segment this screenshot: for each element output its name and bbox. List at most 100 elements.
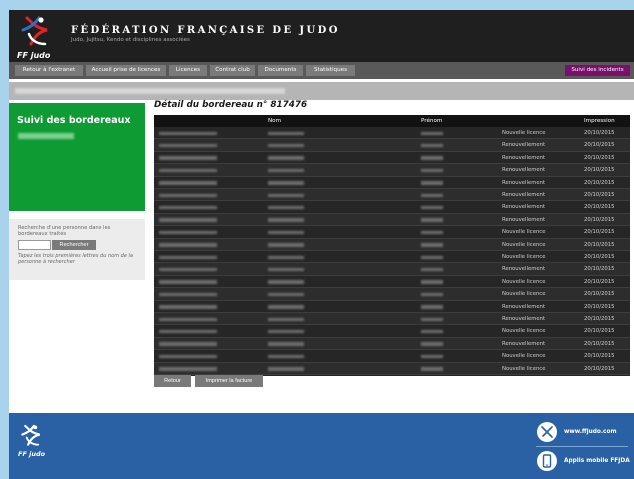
first-name-cell-redacted bbox=[421, 255, 443, 259]
table-row: Renouvellement 20/10/2015 bbox=[154, 139, 630, 152]
first-name-cell-redacted bbox=[421, 243, 443, 247]
sidebar-season-redacted bbox=[18, 133, 74, 139]
footer-link-app[interactable]: Applis mobile FFJDA bbox=[564, 458, 630, 464]
licence-number-cell-redacted bbox=[159, 193, 217, 197]
table-row: Nouvelle licence 20/10/2015 bbox=[154, 288, 630, 301]
menu-item-accueil-licences[interactable]: Accueil prise de licences bbox=[86, 65, 166, 76]
licence-number-cell-redacted bbox=[159, 181, 217, 185]
print-date-cell: 20/10/2015 bbox=[584, 204, 615, 211]
licence-type-cell: Nouvelle licence bbox=[502, 130, 546, 136]
first-name-cell-redacted bbox=[421, 317, 443, 321]
column-header-nom[interactable]: Nom bbox=[268, 115, 281, 127]
licence-type-cell: Renouvellement bbox=[502, 192, 546, 198]
table-row: Nouvelle licence 20/10/2015 bbox=[154, 127, 630, 140]
licence-number-cell-redacted bbox=[159, 267, 217, 272]
column-header-impression[interactable]: Impression bbox=[584, 115, 615, 127]
footer-link-site[interactable]: www.ffjudo.com bbox=[564, 429, 617, 435]
last-name-cell-redacted bbox=[268, 193, 304, 197]
last-name-cell-redacted bbox=[268, 156, 304, 160]
smartphone-icon[interactable] bbox=[537, 451, 557, 471]
last-name-cell-redacted bbox=[268, 255, 304, 259]
first-name-cell-redacted bbox=[421, 205, 443, 210]
bordereau-table: Nom Prénom Impression Nouvelle licence 20… bbox=[154, 115, 630, 376]
last-name-cell-redacted bbox=[268, 292, 304, 297]
first-name-cell-redacted bbox=[421, 292, 443, 297]
menu-item-documents[interactable]: Documents bbox=[258, 65, 303, 76]
table-row: Nouvelle licence 20/10/2015 bbox=[154, 362, 630, 375]
first-name-cell-redacted bbox=[421, 305, 443, 309]
print-date-cell: 20/10/2015 bbox=[584, 303, 615, 310]
licence-number-cell-redacted bbox=[159, 342, 217, 346]
licence-number-cell-redacted bbox=[159, 317, 217, 321]
last-name-cell-redacted bbox=[268, 305, 304, 309]
last-name-cell-redacted bbox=[268, 218, 304, 222]
licence-number-cell-redacted bbox=[159, 243, 217, 247]
menu-item-licences[interactable]: Licences bbox=[169, 65, 207, 76]
last-name-cell-redacted bbox=[268, 230, 304, 235]
first-name-cell-redacted bbox=[421, 143, 443, 148]
table-row: Renouvellement 20/10/2015 bbox=[154, 337, 630, 351]
menu-item-statistiques[interactable]: Statistiques bbox=[306, 65, 355, 76]
sidebar-title: Suivi des bordereaux bbox=[17, 115, 131, 126]
table-row: Renouvellement 20/10/2015 bbox=[154, 152, 630, 165]
first-name-cell-redacted bbox=[421, 367, 443, 371]
table-row: Renouvellement 20/10/2015 bbox=[154, 164, 630, 177]
site-footer: FF judo www.ffjudo.com Applis mobile FFJ… bbox=[9, 413, 634, 479]
person-search-box: Recherche d'une personne dans les border… bbox=[9, 219, 145, 280]
menu-item-suivi-incidents[interactable]: Suivi des incidents bbox=[565, 65, 630, 76]
column-header-prenom[interactable]: Prénom bbox=[421, 115, 442, 127]
footer-logo[interactable]: FF judo bbox=[18, 423, 45, 459]
table-row: Nouvelle licence 20/10/2015 bbox=[154, 276, 630, 289]
licence-type-cell: Renouvellement bbox=[502, 142, 546, 149]
table-row: Renouvellement 20/10/2015 bbox=[154, 313, 630, 326]
print-date-cell: 20/10/2015 bbox=[584, 328, 615, 335]
licence-type-cell: Nouvelle licence bbox=[502, 254, 546, 260]
first-name-cell-redacted bbox=[421, 131, 443, 135]
licence-number-cell-redacted bbox=[159, 143, 217, 148]
last-name-cell-redacted bbox=[268, 143, 304, 148]
licence-type-cell: Nouvelle licence bbox=[502, 328, 546, 335]
print-date-cell: 20/10/2015 bbox=[584, 229, 615, 236]
licence-type-cell: Nouvelle licence bbox=[502, 278, 546, 285]
print-invoice-button[interactable]: Imprimer la facture bbox=[195, 375, 263, 387]
back-button[interactable]: Retour bbox=[154, 375, 191, 387]
org-subtitle: Judo, Jujitsu, Kendo et disciplines asso… bbox=[71, 37, 190, 43]
search-label: Recherche d'une personne dans les border… bbox=[18, 225, 111, 237]
table-row: Nouvelle licence 20/10/2015 bbox=[154, 238, 630, 251]
ffjudo-logo[interactable]: FF judo bbox=[17, 14, 53, 60]
last-name-cell-redacted bbox=[268, 342, 304, 346]
table-row: Renouvellement 20/10/2015 bbox=[154, 301, 630, 313]
licence-number-cell-redacted bbox=[159, 292, 217, 297]
licence-number-cell-redacted bbox=[159, 168, 217, 173]
footer-divider bbox=[536, 446, 628, 447]
menu-item-retour-extranet[interactable]: Retour à l'extranet bbox=[15, 65, 83, 76]
licence-type-cell: Nouvelle licence bbox=[502, 241, 546, 248]
first-name-cell-redacted bbox=[421, 156, 443, 160]
last-name-cell-redacted bbox=[268, 280, 304, 284]
club-info-strip bbox=[9, 82, 634, 100]
print-date-cell: 20/10/2015 bbox=[584, 316, 615, 322]
last-name-cell-redacted bbox=[268, 205, 304, 210]
last-name-cell-redacted bbox=[268, 367, 304, 371]
licence-type-cell: Nouvelle licence bbox=[502, 365, 546, 372]
licence-type-cell: Renouvellement bbox=[502, 303, 546, 310]
search-button[interactable]: Rechercher bbox=[52, 240, 96, 250]
licence-type-cell: Renouvellement bbox=[502, 154, 546, 161]
sidebar-panel: Suivi des bordereaux bbox=[9, 103, 145, 211]
table-header: Nom Prénom Impression bbox=[154, 115, 630, 127]
first-name-cell-redacted bbox=[421, 267, 443, 272]
licence-number-cell-redacted bbox=[159, 305, 217, 309]
print-date-cell: 20/10/2015 bbox=[584, 167, 615, 174]
licence-number-cell-redacted bbox=[159, 156, 217, 160]
licence-type-cell: Nouvelle licence bbox=[502, 291, 546, 298]
main-menu: Retour à l'extranet Accueil prise de lic… bbox=[9, 62, 634, 79]
search-hint: Tapez les trois premières lettres du nom… bbox=[18, 253, 133, 265]
last-name-cell-redacted bbox=[268, 354, 304, 359]
menu-item-contrat-club[interactable]: Contrat club bbox=[210, 65, 255, 76]
licence-type-cell: Renouvellement bbox=[502, 316, 546, 322]
judo-mobile-icon[interactable] bbox=[537, 422, 557, 442]
table-row: Renouvellement 20/10/2015 bbox=[154, 213, 630, 227]
print-date-cell: 20/10/2015 bbox=[584, 365, 615, 372]
search-input[interactable] bbox=[18, 240, 51, 250]
print-date-cell: 20/10/2015 bbox=[584, 216, 615, 223]
